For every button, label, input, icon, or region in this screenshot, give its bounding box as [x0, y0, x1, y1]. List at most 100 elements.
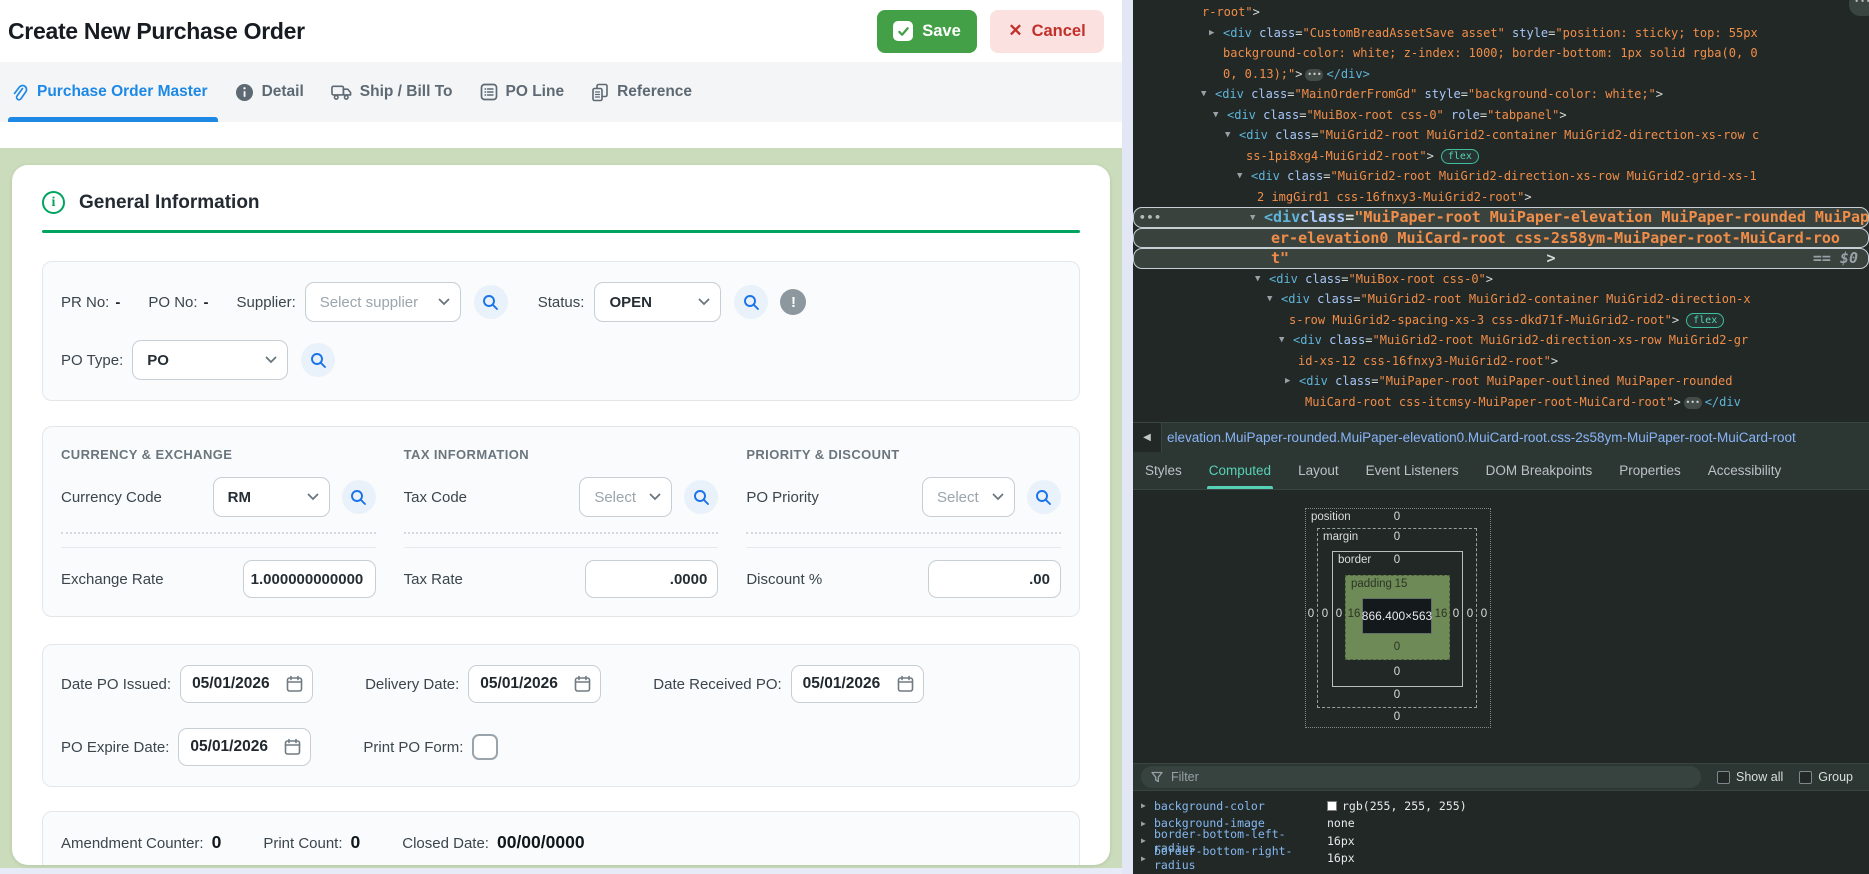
tab-purchase-order-master[interactable]: Purchase Order Master: [12, 62, 208, 122]
currency-search-button[interactable]: [342, 480, 376, 514]
delivery-date-input[interactable]: 05/01/2026: [468, 665, 601, 703]
po-priority-select[interactable]: Select: [922, 477, 1015, 517]
tax-rate-input[interactable]: .0000: [585, 560, 718, 598]
border-bottom-value: 0: [1394, 666, 1400, 678]
code-line[interactable]: r-root">: [1133, 2, 1869, 23]
color-swatch-icon[interactable]: [1327, 801, 1337, 811]
date-received-input[interactable]: 05/01/2026: [791, 665, 924, 703]
node-menu-icon[interactable]: •••: [1139, 208, 1162, 229]
code-line[interactable]: er-elevation0 MuiCard-root css-2s58ym-Mu…: [1133, 228, 1869, 249]
expand-closed-icon[interactable]: ▶: [1141, 854, 1154, 863]
flex-badge[interactable]: flex: [1686, 313, 1724, 328]
expand-open-icon[interactable]: ▼: [1213, 105, 1218, 126]
code-token: class: [1268, 128, 1311, 142]
code-token: =: [1287, 87, 1294, 101]
tab-properties[interactable]: Properties: [1619, 452, 1681, 489]
calendar-icon: [284, 738, 301, 756]
expand-open-icon[interactable]: ▼: [1225, 125, 1230, 146]
pr-no-label: PR No:: [61, 294, 109, 311]
expand-open-icon[interactable]: ▼: [1279, 330, 1284, 351]
filter-input[interactable]: Filter: [1141, 766, 1701, 788]
print-po-form-group: Print PO Form:: [363, 734, 498, 760]
code-line[interactable]: ▶<div class="MuiPaper-root MuiPaper-outl…: [1133, 371, 1869, 392]
tab-ship-bill-to[interactable]: Ship / Bill To: [331, 62, 453, 122]
collapsed-children-icon[interactable]: •••: [1684, 397, 1702, 409]
code-token: class: [1280, 169, 1323, 183]
code-line[interactable]: MuiCard-root css-itcmsy-MuiPaper-root-Mu…: [1133, 392, 1869, 413]
page-scrollbar-track[interactable]: [1122, 0, 1133, 874]
spacer: [0, 122, 1122, 148]
expand-open-icon[interactable]: ▼: [1255, 269, 1260, 290]
tax-code-select[interactable]: Select: [579, 477, 672, 517]
expand-open-icon[interactable]: ▼: [1201, 84, 1206, 105]
status-select[interactable]: OPEN: [594, 282, 721, 322]
code-line[interactable]: ▼<div class="MuiGrid2-root MuiGrid2-dire…: [1133, 166, 1869, 187]
tab-po-line[interactable]: PO Line: [480, 62, 565, 122]
code-line[interactable]: background-color: white; z-index: 1000; …: [1133, 43, 1869, 64]
discount-input[interactable]: .00: [928, 560, 1061, 598]
code-token: <div: [1227, 108, 1256, 122]
tax-code-search-button[interactable]: [684, 480, 718, 514]
code-line[interactable]: 0, 0.13);">•••</div>: [1133, 64, 1869, 85]
code-token: ss-1pi8xg4-MuiGrid2-root": [1246, 149, 1427, 163]
dates-row-2: PO Expire Date: 05/01/2026 Print PO Form…: [61, 728, 1061, 766]
tab-layout[interactable]: Layout: [1298, 452, 1339, 489]
cancel-button[interactable]: ✕ Cancel: [990, 10, 1104, 53]
box-model-diagram[interactable]: 866.400×563 position margin border paddi…: [1305, 508, 1491, 728]
breadcrumb[interactable]: elevation.MuiPaper-rounded.MuiPaper-elev…: [1162, 430, 1796, 445]
code-line[interactable]: ▼<div class="MuiGrid2-root MuiGrid2-cont…: [1133, 125, 1869, 146]
padding-right-value: 16: [1435, 608, 1448, 620]
group-checkbox-group[interactable]: Group: [1799, 770, 1853, 784]
computed-property-row[interactable]: ▶border-bottom-right-radius16px: [1133, 850, 1869, 868]
tab-detail[interactable]: Detail: [235, 62, 304, 122]
expand-open-icon[interactable]: ▼: [1250, 208, 1255, 229]
collapsed-children-icon[interactable]: •••: [1305, 69, 1323, 81]
tab-styles[interactable]: Styles: [1145, 452, 1182, 489]
code-line[interactable]: id-xs-12 css-16fnxy3-MuiGrid2-root">: [1133, 351, 1869, 372]
code-line[interactable]: 2 imgGird1 css-16fnxy3-MuiGrid2-root">: [1133, 187, 1869, 208]
tab-reference[interactable]: Reference: [591, 62, 692, 122]
computed-property-row[interactable]: ▶background-colorrgb(255, 255, 255): [1133, 797, 1869, 815]
po-type-search-button[interactable]: [301, 343, 335, 377]
code-line[interactable]: t"> == $0: [1133, 248, 1869, 269]
code-line[interactable]: ss-1pi8xg4-MuiGrid2-root"> flex: [1133, 146, 1869, 167]
flex-badge[interactable]: flex: [1441, 149, 1479, 164]
po-priority-search-button[interactable]: [1027, 480, 1061, 514]
status-search-button[interactable]: [734, 285, 768, 319]
supplier-select[interactable]: Select supplier: [305, 282, 461, 322]
expand-closed-icon[interactable]: ▶: [1285, 371, 1290, 392]
code-line[interactable]: ▶<div class="CustomBreadAssetSave asset"…: [1133, 23, 1869, 44]
expand-closed-icon[interactable]: ▶: [1209, 23, 1214, 44]
expand-open-icon[interactable]: ▼: [1237, 166, 1242, 187]
code-line[interactable]: ▼<div class="MuiGrid2-root MuiGrid2-cont…: [1133, 289, 1869, 310]
code-line[interactable]: ▼<div class="MuiBox-root css-0">: [1133, 269, 1869, 290]
tab-dom-breakpoints[interactable]: DOM Breakpoints: [1486, 452, 1593, 489]
tab-accessibility[interactable]: Accessibility: [1708, 452, 1782, 489]
pr-no-value: -: [115, 294, 120, 311]
save-button[interactable]: Save: [877, 10, 977, 53]
po-expire-input[interactable]: 05/01/2026: [178, 728, 311, 766]
supplier-search-button[interactable]: [474, 285, 508, 319]
exchange-rate-input[interactable]: 1.000000000000: [243, 560, 376, 598]
code-line[interactable]: s-row MuiGrid2-spacing-xs-3 css-dkd71f-M…: [1133, 310, 1869, 331]
expand-closed-icon[interactable]: ▶: [1141, 819, 1154, 828]
expand-open-icon[interactable]: ▼: [1267, 289, 1272, 310]
expand-closed-icon[interactable]: ▶: [1141, 836, 1154, 845]
print-po-form-checkbox[interactable]: [472, 734, 498, 760]
tab-computed[interactable]: Computed: [1209, 452, 1271, 489]
section-divider: [42, 230, 1080, 233]
code-token: class: [1310, 292, 1353, 306]
code-line[interactable]: ▼<div class="MuiBox-root css-0" role="ta…: [1133, 105, 1869, 126]
expand-closed-icon[interactable]: ▶: [1141, 801, 1154, 810]
currency-code-select[interactable]: RM: [213, 477, 330, 517]
tab-event-listeners[interactable]: Event Listeners: [1366, 452, 1459, 489]
breadcrumb-back-icon[interactable]: ◀: [1133, 423, 1162, 452]
date-po-issued-input[interactable]: 05/01/2026: [180, 665, 313, 703]
code-token: >: [1427, 149, 1434, 163]
code-line[interactable]: ▼<div class="MuiGrid2-root MuiGrid2-dire…: [1133, 330, 1869, 351]
tab-label: Purchase Order Master: [37, 83, 208, 101]
code-line[interactable]: ▼<div class="MainOrderFromGd" style="bac…: [1133, 84, 1869, 105]
po-type-select[interactable]: PO: [132, 340, 288, 380]
code-line[interactable]: •••▼<div class="MuiPaper-root MuiPaper-e…: [1133, 207, 1869, 228]
show-all-checkbox-group[interactable]: Show all: [1717, 770, 1783, 784]
